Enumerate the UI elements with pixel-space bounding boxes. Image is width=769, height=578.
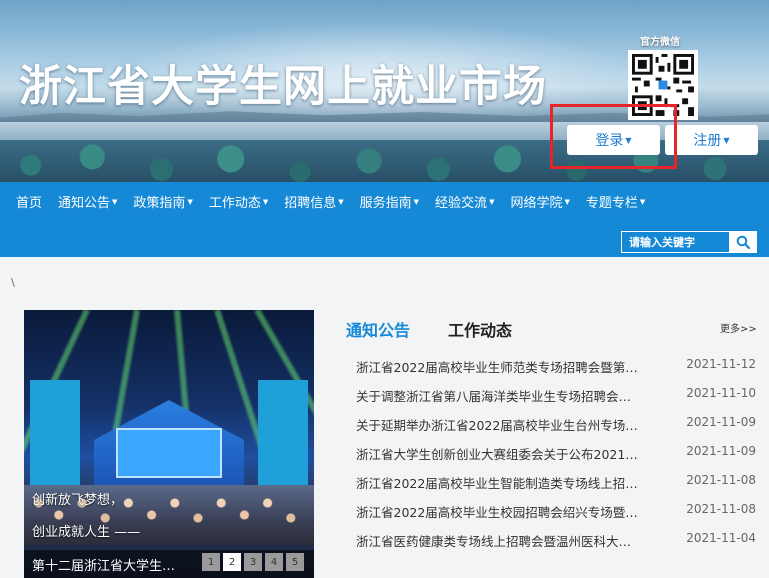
caret-down-icon: ▼: [489, 197, 495, 206]
news-item-date: 2021-11-09: [686, 415, 756, 429]
caret-down-icon: ▼: [639, 197, 646, 206]
news-item-title[interactable]: 浙江省大学生创新创业大赛组委会关于公布2021…: [356, 444, 640, 463]
slide-pager: 12345: [202, 553, 307, 571]
slide-page-button[interactable]: 1: [202, 553, 220, 571]
nav-menu: 首页 通知公告 ▼ 政策指南 ▼ 工作动态 ▼ 招聘信息 ▼ 服务指南 ▼ 经验交流 ▼ 网络学院 ▼ 专题专…: [16, 192, 661, 211]
news-item-title[interactable]: 浙江省2022届高校毕业生智能制造类专场线上招…: [356, 473, 640, 492]
news-item-title[interactable]: 浙江省2022届高校毕业生师范类专场招聘会暨第…: [356, 357, 640, 376]
slide-title[interactable]: 第十二届浙江省大学生…: [32, 555, 175, 574]
nav-item-label: 首页: [16, 196, 43, 211]
nav-item-label: 工作动态: [208, 196, 261, 211]
slide-footer: 第十二届浙江省大学生… 12345: [24, 550, 314, 578]
news-item-title[interactable]: 浙江省医药健康类专场线上招聘会暨温州医科大…: [356, 531, 640, 550]
nav-item-label: 服务指南: [359, 196, 412, 211]
more-link[interactable]: 更多>>: [720, 320, 757, 335]
nav-item[interactable]: 工作动态 ▼: [209, 192, 268, 211]
nav-item[interactable]: 专题专栏 ▼: [586, 192, 645, 211]
news-tabs: 通知公告 工作动态: [346, 317, 550, 341]
login-highlight-box: [550, 104, 677, 169]
nav-item-label: 政策指南: [133, 196, 186, 211]
caret-down-icon: ▼: [723, 135, 730, 145]
nav-item[interactable]: 服务指南 ▼: [360, 192, 419, 211]
news-item: 浙江省2022届高校毕业生智能制造类专场线上招… 2021-11-08: [356, 473, 756, 502]
nav-item[interactable]: 首页: [16, 192, 42, 211]
news-tab[interactable]: 工作动态: [448, 317, 512, 341]
news-item: 浙江省2022届高校毕业生师范类专场招聘会暨第… 2021-11-12: [356, 357, 756, 386]
search-icon: [736, 235, 750, 249]
slide-page-button[interactable]: 2: [223, 553, 241, 571]
caret-down-icon: ▼: [413, 197, 420, 206]
nav-item[interactable]: 招聘信息 ▼: [284, 192, 343, 211]
caret-down-icon: ▼: [262, 197, 269, 206]
nav-item-label: 经验交流: [435, 196, 488, 211]
search-box: [621, 231, 757, 253]
caret-down-icon: ▼: [112, 197, 118, 206]
news-item: 关于调整浙江省第八届海洋类毕业生专场招聘会… 2021-11-10: [356, 386, 756, 415]
nav-item-label: 通知公告: [58, 196, 111, 211]
search-button[interactable]: [729, 231, 757, 253]
caret-down-icon: ▼: [187, 197, 193, 206]
stage-screen: [116, 428, 222, 478]
caret-down-icon: ▼: [338, 197, 344, 206]
nav-item[interactable]: 通知公告 ▼: [58, 192, 117, 211]
slide-caption-line1: 创新放飞梦想，: [32, 493, 124, 508]
breadcrumb: \: [11, 276, 15, 289]
news-item-title[interactable]: 关于延期举办浙江省2022届高校毕业生台州专场…: [356, 415, 640, 434]
wechat-label: 官方微信: [640, 37, 680, 48]
news-item: 浙江省医药健康类专场线上招聘会暨温州医科大… 2021-11-04: [356, 531, 756, 560]
news-item: 浙江省2022届高校毕业生校园招聘会绍兴专场暨… 2021-11-08: [356, 502, 756, 531]
news-item: 浙江省大学生创新创业大赛组委会关于公布2021… 2021-11-09: [356, 444, 756, 473]
search-input[interactable]: [621, 231, 729, 253]
nav-item[interactable]: 政策指南 ▼: [133, 192, 192, 211]
news-tab[interactable]: 通知公告: [346, 317, 410, 341]
news-item-title[interactable]: 浙江省2022届高校毕业生校园招聘会绍兴专场暨…: [356, 502, 640, 521]
site-title: 浙江省大学生网上就业市场: [19, 62, 547, 112]
nav-item-label: 网络学院: [510, 196, 563, 211]
caret-down-icon: ▼: [564, 197, 570, 206]
news-item-date: 2021-11-10: [686, 386, 756, 400]
slide-page-button[interactable]: 3: [244, 553, 262, 571]
register-label: 注册: [693, 133, 722, 149]
nav-item[interactable]: 经验交流 ▼: [435, 192, 494, 211]
news-item-date: 2021-11-08: [686, 473, 756, 487]
register-button[interactable]: 注册 ▼: [665, 125, 758, 155]
slide-page-button[interactable]: 4: [265, 553, 283, 571]
slide-caption-line2: 创业成就人生 ——: [32, 525, 141, 540]
news-item-date: 2021-11-04: [686, 531, 756, 545]
news-item: 关于延期举办浙江省2022届高校毕业生台州专场… 2021-11-09: [356, 415, 756, 444]
news-list: 浙江省2022届高校毕业生师范类专场招聘会暨第… 2021-11-12 关于调整浙江…: [356, 357, 756, 560]
slide-page-button[interactable]: 5: [286, 553, 304, 571]
news-item-date: 2021-11-12: [686, 357, 756, 371]
news-item-date: 2021-11-09: [686, 444, 756, 458]
nav-item-label: 专题专栏: [585, 196, 638, 211]
nav-item[interactable]: 网络学院 ▼: [510, 192, 569, 211]
news-item-title[interactable]: 关于调整浙江省第八届海洋类毕业生专场招聘会…: [356, 386, 640, 405]
nav-item-label: 招聘信息: [284, 196, 337, 211]
news-item-date: 2021-11-08: [686, 502, 756, 516]
main-nav: 首页 通知公告 ▼ 政策指南 ▼ 工作动态 ▼ 招聘信息 ▼ 服务指南 ▼ 经验交流 ▼ 网络学院 ▼ 专题专…: [0, 182, 769, 257]
